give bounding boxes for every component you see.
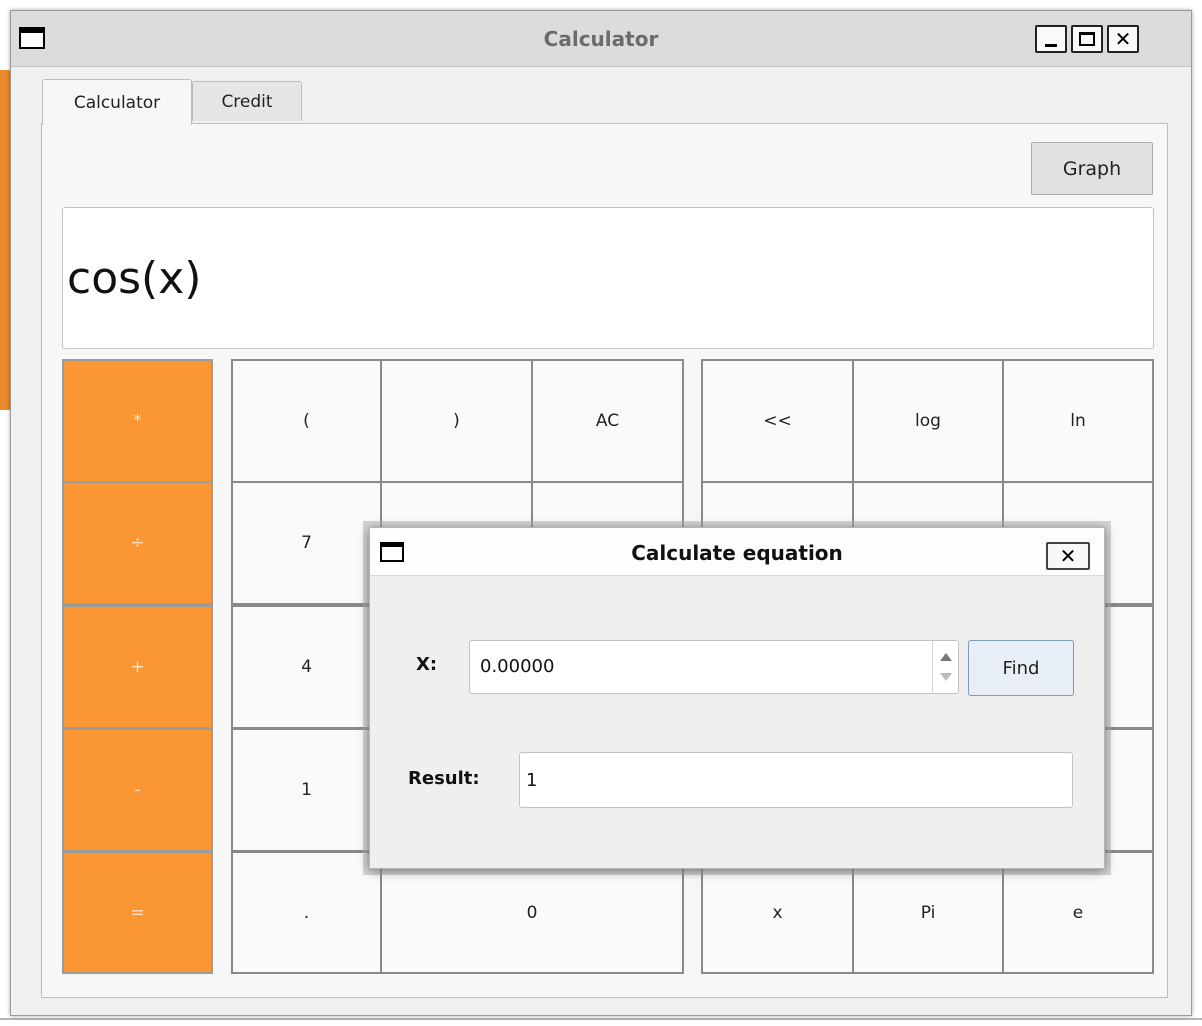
key-7[interactable]: 7 bbox=[231, 481, 382, 605]
spin-down-icon[interactable] bbox=[940, 673, 952, 681]
result-label: Result: bbox=[408, 768, 480, 789]
minimize-button[interactable] bbox=[1035, 25, 1067, 53]
key-e[interactable]: e bbox=[1002, 851, 1154, 974]
find-button[interactable]: Find bbox=[968, 640, 1074, 696]
x-value-text[interactable]: 0.00000 bbox=[480, 656, 554, 677]
key-equals[interactable]: = bbox=[62, 851, 213, 974]
close-icon: ✕ bbox=[1114, 27, 1132, 51]
key-close-paren[interactable]: ) bbox=[380, 359, 533, 483]
spin-up-icon[interactable] bbox=[940, 653, 952, 661]
key-open-paren[interactable]: ( bbox=[231, 359, 382, 483]
key-minus[interactable]: - bbox=[62, 728, 213, 852]
desktop-background-strip bbox=[0, 70, 10, 410]
key-ln[interactable]: ln bbox=[1002, 359, 1154, 483]
x-label: X: bbox=[416, 654, 438, 675]
key-multiply[interactable]: * bbox=[62, 359, 213, 483]
minimize-icon bbox=[1045, 43, 1057, 47]
x-value-spinbox[interactable]: 0.00000 bbox=[469, 640, 959, 694]
tab-credit[interactable]: Credit bbox=[192, 81, 302, 121]
dialog-titlebar[interactable]: Calculate equation ✕ bbox=[370, 528, 1104, 576]
spinbox-arrows[interactable] bbox=[932, 641, 958, 693]
window-titlebar[interactable]: Calculator ✕ bbox=[11, 11, 1191, 67]
key-pi[interactable]: Pi bbox=[852, 851, 1004, 974]
maximize-button[interactable] bbox=[1071, 25, 1103, 53]
key-4[interactable]: 4 bbox=[231, 605, 382, 729]
key-log[interactable]: log bbox=[852, 359, 1004, 483]
calculate-equation-dialog: Calculate equation ✕ X: 0.00000 Find Res… bbox=[369, 527, 1105, 869]
key-decimal[interactable]: . bbox=[231, 851, 382, 974]
key-plus[interactable]: + bbox=[62, 605, 213, 729]
key-clear[interactable]: AC bbox=[531, 359, 684, 483]
result-field[interactable]: 1 bbox=[519, 752, 1073, 808]
key-backspace[interactable]: << bbox=[701, 359, 854, 483]
dialog-close-button[interactable]: ✕ bbox=[1046, 542, 1090, 570]
tab-calculator[interactable]: Calculator bbox=[42, 79, 192, 125]
dialog-title: Calculate equation bbox=[631, 541, 843, 565]
desktop-divider bbox=[0, 1018, 1202, 1020]
expression-display[interactable]: cos(x) bbox=[62, 207, 1154, 349]
close-icon: ✕ bbox=[1059, 544, 1077, 568]
key-variable-x[interactable]: x bbox=[701, 851, 854, 974]
key-0[interactable]: 0 bbox=[380, 851, 684, 974]
close-button[interactable]: ✕ bbox=[1107, 25, 1139, 53]
graph-button[interactable]: Graph bbox=[1031, 142, 1153, 195]
key-1[interactable]: 1 bbox=[231, 728, 382, 852]
maximize-icon bbox=[1079, 32, 1095, 46]
calculator-window: Calculator ✕ Calculator Credit Graph cos… bbox=[10, 10, 1192, 1016]
key-divide[interactable]: ÷ bbox=[62, 481, 213, 605]
window-title: Calculator bbox=[543, 27, 659, 51]
